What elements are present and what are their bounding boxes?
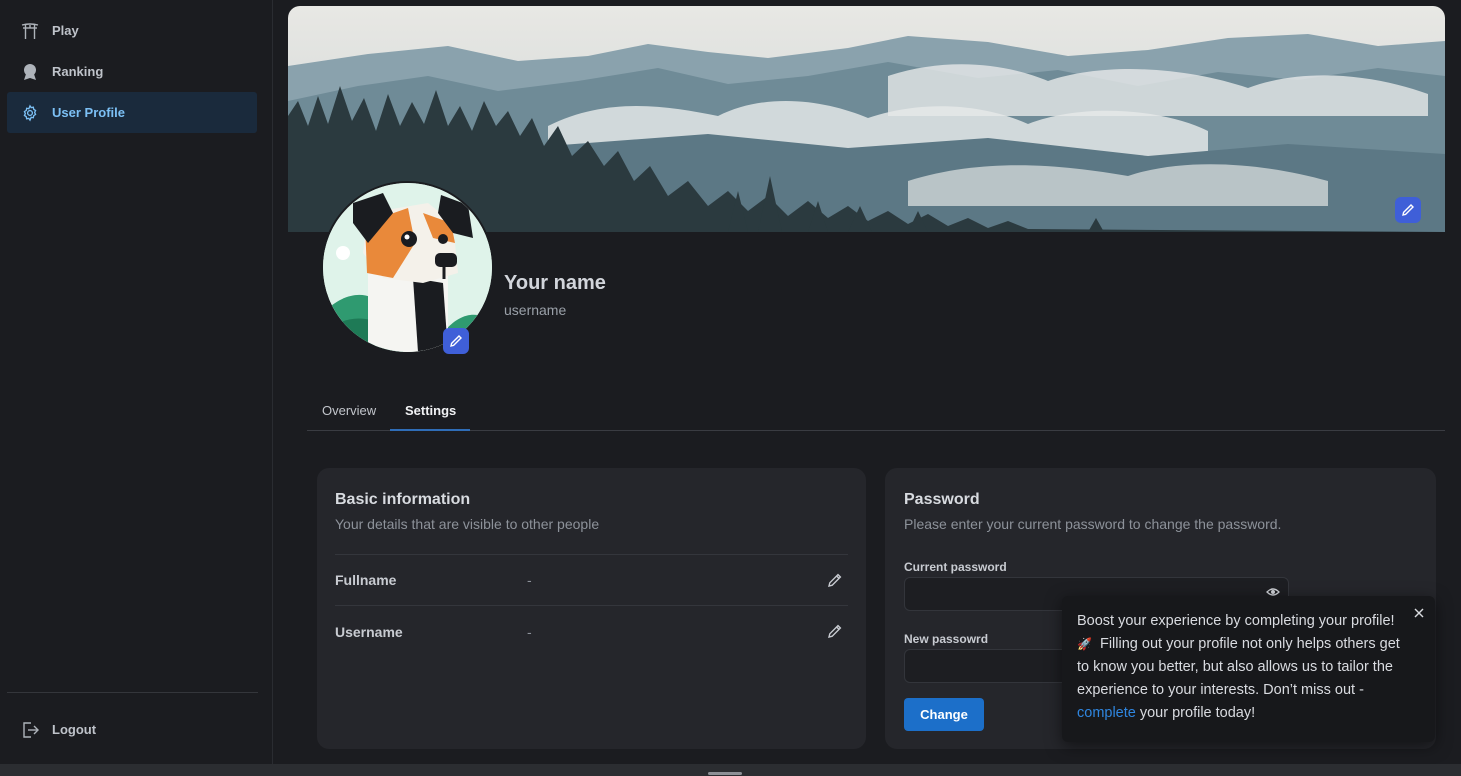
profile-username: username [504,302,567,318]
toast-text: Filling out your profile not only helps … [1077,636,1400,698]
gear-icon [20,103,40,123]
row-divider [335,605,848,606]
card-subtitle: Please enter your current password to ch… [904,516,1282,532]
rocket-icon: 🚀 [1077,637,1092,651]
toast-text: your profile today! [1135,705,1256,721]
card-title: Basic information [335,491,471,508]
profile-completion-toast: Boost your experience by completing your… [1062,596,1435,742]
row-divider [335,554,848,555]
pencil-icon [450,335,462,347]
tab-overview[interactable]: Overview [322,403,376,418]
pencil-icon [1402,204,1414,216]
sidebar-item-label: Ranking [52,64,104,79]
sidebar-item-label: Play [52,23,79,38]
sidebar-divider [7,692,258,693]
fullname-value: - [527,572,532,588]
edit-username-icon[interactable] [826,622,844,640]
avatar [321,181,494,354]
fullname-label: Fullname [335,572,397,588]
sidebar-item-ranking[interactable]: Ranking [7,51,257,92]
active-tab-indicator [390,429,470,431]
username-value: - [527,624,532,640]
sidebar-item-play[interactable]: Play [7,10,257,51]
complete-profile-link[interactable]: complete [1077,705,1136,721]
username-label: Username [335,624,403,640]
sidebar: Play Ranking User Profile Logout [0,0,273,764]
sidebar-item-user-profile[interactable]: User Profile [7,92,257,133]
resize-handle[interactable] [708,772,742,775]
logout-label: Logout [52,722,97,737]
toast-text: Boost your experience by completing your… [1077,613,1395,629]
logout-icon [20,720,40,740]
card-title: Password [904,491,980,508]
close-icon[interactable] [1412,606,1426,620]
edit-fullname-icon[interactable] [826,571,844,589]
tabs-divider [307,430,1445,431]
sidebar-item-label: User Profile [52,105,125,120]
change-password-button[interactable]: Change [904,698,984,731]
new-password-label: New passowrd [904,632,989,646]
edit-avatar-button[interactable] [443,328,469,354]
award-icon [20,62,40,82]
logout-button[interactable]: Logout [7,709,257,750]
tab-settings[interactable]: Settings [405,403,456,418]
edit-banner-button[interactable] [1395,197,1421,223]
torii-gate-icon [20,21,40,41]
profile-name: Your name [504,272,606,294]
card-subtitle: Your details that are visible to other p… [335,516,600,532]
basic-information-card: Basic information Your details that are … [317,468,866,749]
profile-banner [288,6,1445,232]
current-password-label: Current password [904,560,1007,574]
